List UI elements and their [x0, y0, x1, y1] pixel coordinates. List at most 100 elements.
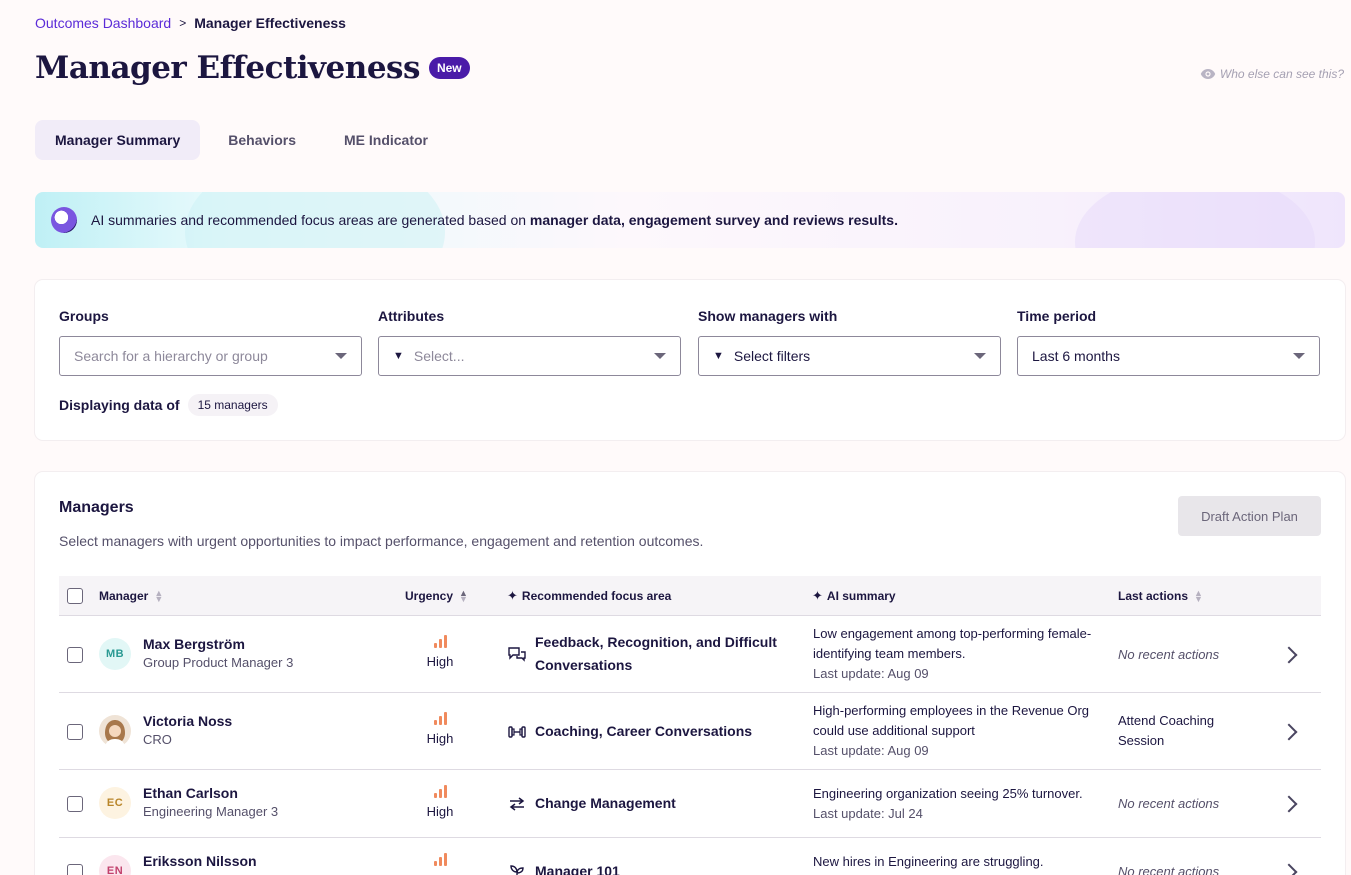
filter-funnel-icon: ▼	[393, 350, 404, 362]
urgency-bars-icon	[405, 711, 475, 725]
breadcrumb-current: Manager Effectiveness	[194, 15, 346, 31]
managers-title: Managers	[59, 499, 134, 516]
manager-name: Eriksson Nilsson	[143, 853, 257, 869]
table-header: Manager ▲ ▼ Urgency ▲ ▼ ✦ Recommended focus a…	[59, 576, 1321, 616]
ai-summary-line1: Engineering organization seeing 25% turn…	[813, 786, 1083, 801]
breadcrumb-separator: >	[179, 16, 187, 30]
manager-role: Engineering Manager 3	[143, 804, 279, 819]
banner-text-prefix: AI summaries and recommended focus areas…	[91, 212, 530, 228]
last-update: Last update: Aug 09	[813, 743, 929, 758]
show-managers-placeholder: Select filters	[733, 348, 811, 364]
avatar: MB	[99, 638, 131, 670]
manager-name: Ethan Carlson	[143, 785, 238, 801]
draft-action-plan-button[interactable]: Draft Action Plan	[1178, 496, 1321, 536]
show-managers-select[interactable]: ▼ Select filters	[698, 336, 1001, 376]
sparkle-icon: ✦	[507, 587, 518, 603]
groups-filter: Groups Search for a hierarchy or group	[59, 308, 362, 376]
column-urgency[interactable]: Urgency ▲ ▼	[405, 587, 468, 604]
new-badge: New	[428, 57, 470, 79]
row-checkbox[interactable]	[67, 724, 83, 740]
attributes-placeholder: Select...	[413, 348, 465, 364]
column-manager[interactable]: Manager ▲ ▼	[99, 588, 163, 603]
ai-summary-line2: identifying team members.	[813, 646, 966, 661]
ai-summary-line1: Low engagement among top-performing fema…	[813, 626, 1092, 641]
urgency-label: High	[426, 731, 454, 746]
banner-decoration	[1075, 192, 1315, 248]
tab-bar: Manager Summary Behaviors ME Indicator	[35, 120, 448, 160]
last-actions-line1: Attend Coaching	[1118, 713, 1215, 728]
displaying-label: Displaying data of	[59, 397, 180, 413]
column-summary-label: AI summary	[826, 588, 896, 603]
caret-down-icon	[335, 353, 347, 359]
avatar: EC	[99, 787, 131, 819]
time-period-select[interactable]: Last 6 months	[1017, 336, 1320, 376]
row-checkbox[interactable]	[67, 796, 83, 812]
attributes-filter: Attributes ▼ Select...	[378, 308, 681, 376]
time-period-filter: Time period Last 6 months	[1017, 308, 1320, 376]
focus-area-line2: Conversations	[535, 657, 633, 673]
managers-subtitle: Select managers with urgent opportunitie…	[59, 533, 704, 549]
chevron-right-icon[interactable]	[1280, 723, 1298, 741]
chevron-right-icon[interactable]	[1280, 795, 1298, 813]
ai-assistant-icon	[51, 207, 77, 233]
column-manager-label: Manager	[99, 588, 149, 603]
ai-info-banner: AI summaries and recommended focus areas…	[35, 192, 1345, 248]
manager-role: CRO	[143, 732, 172, 747]
avatar	[99, 715, 131, 747]
table-row[interactable]: EN Eriksson Nilsson Manager 101 New hire…	[59, 838, 1321, 875]
focus-area-line1: Manager 101	[535, 863, 620, 875]
focus-area-line1: Feedback, Recognition, and Difficult	[535, 634, 777, 650]
row-checkbox[interactable]	[67, 647, 83, 663]
tab-me-indicator[interactable]: ME Indicator	[324, 120, 448, 160]
groups-select[interactable]: Search for a hierarchy or group	[59, 336, 362, 376]
last-actions: No recent actions	[1118, 864, 1220, 875]
attributes-select[interactable]: ▼ Select...	[378, 336, 681, 376]
last-actions-line2: Session	[1118, 733, 1165, 748]
page-title: Manager Effectiveness	[35, 50, 420, 86]
column-last-actions[interactable]: Last actions ▲ ▼	[1118, 587, 1203, 604]
column-urgency-label: Urgency	[405, 588, 454, 603]
displaying-data: Displaying data of 15 managers	[59, 394, 278, 416]
column-summary: ✦ AI summary	[812, 588, 896, 604]
column-focus-label: Recommended focus area	[521, 588, 672, 603]
chat-bubbles-icon	[508, 647, 526, 662]
table-row[interactable]: Victoria Noss CRO High Coaching, Career …	[59, 693, 1321, 770]
show-managers-filter: Show managers with ▼ Select filters	[698, 308, 1001, 376]
groups-placeholder: Search for a hierarchy or group	[74, 348, 268, 364]
sort-icon: ▲ ▼	[1194, 587, 1203, 604]
show-managers-label: Show managers with	[698, 308, 838, 324]
urgency-bars-icon	[405, 784, 475, 798]
chevron-right-icon[interactable]	[1280, 863, 1298, 875]
swap-arrows-icon	[509, 796, 525, 811]
last-update: Last update: Jul 24	[813, 806, 923, 821]
manager-name: Victoria Noss	[143, 713, 233, 729]
visibility-link-label: Who else can see this?	[1219, 67, 1344, 81]
tab-behaviors[interactable]: Behaviors	[208, 120, 316, 160]
column-last-actions-label: Last actions	[1118, 588, 1189, 603]
ai-summary-line1: New hires in Engineering are struggling.	[813, 854, 1044, 869]
sprout-icon	[510, 864, 524, 875]
sort-icon: ▲ ▼	[459, 587, 468, 604]
chevron-right-icon[interactable]	[1280, 646, 1298, 664]
table-row[interactable]: EC Ethan Carlson Engineering Manager 3 H…	[59, 770, 1321, 838]
sparkle-icon: ✦	[812, 587, 823, 603]
manager-role: Group Product Manager 3	[143, 655, 294, 670]
manager-name: Max Bergström	[143, 636, 245, 652]
visibility-link[interactable]: Who else can see this?	[1200, 67, 1344, 81]
banner-text: AI summaries and recommended focus areas…	[91, 212, 898, 228]
last-update: Last update: Aug 09	[813, 666, 929, 681]
manager-count-chip: 15 managers	[187, 394, 278, 416]
managers-panel: Managers Select managers with urgent opp…	[35, 472, 1345, 875]
select-all-checkbox[interactable]	[67, 587, 83, 604]
groups-label: Groups	[59, 308, 109, 324]
row-checkbox[interactable]	[67, 864, 83, 875]
avatar: EN	[99, 855, 131, 875]
table-row[interactable]: MB Max Bergström Group Product Manager 3…	[59, 616, 1321, 693]
breadcrumb-outcomes-dashboard-link[interactable]: Outcomes Dashboard	[35, 15, 171, 31]
time-period-value: Last 6 months	[1032, 348, 1120, 364]
tab-manager-summary[interactable]: Manager Summary	[35, 120, 201, 160]
focus-area-line1: Coaching, Career Conversations	[535, 723, 753, 739]
banner-text-bold: manager data, engagement survey and revi…	[529, 212, 898, 228]
urgency-bars-icon	[405, 634, 475, 648]
attributes-label: Attributes	[378, 308, 445, 324]
